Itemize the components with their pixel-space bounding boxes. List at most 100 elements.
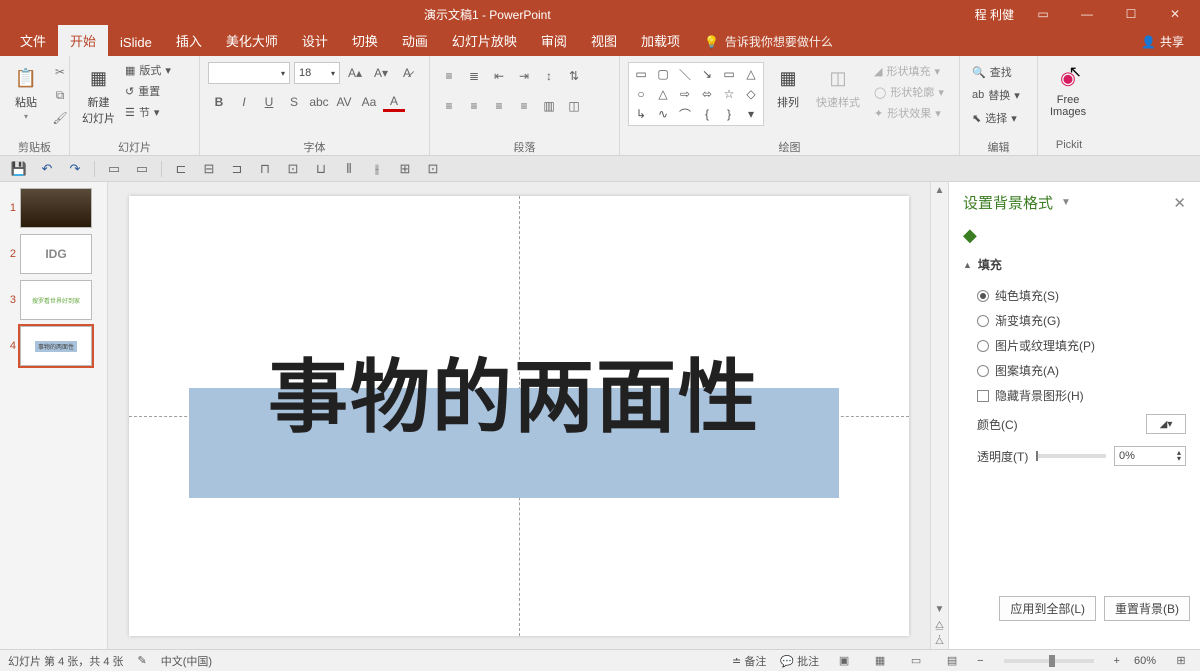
slideshow-view-button[interactable]: ▤: [941, 653, 963, 669]
layout-button[interactable]: ▦版式 ▾: [125, 62, 171, 78]
qat-extra[interactable]: ⊡: [424, 160, 442, 178]
text-direction-button[interactable]: ⇅: [563, 66, 585, 86]
align-center-h-qat[interactable]: ⊟: [200, 160, 218, 178]
line-spacing-button[interactable]: ↕: [538, 66, 560, 86]
quick-styles-button[interactable]: ◫ 快速样式: [812, 62, 864, 112]
prev-slide-icon[interactable]: ⧋: [931, 617, 948, 633]
transparency-slider[interactable]: [1036, 454, 1106, 458]
paste-button[interactable]: 📋 粘贴 ▾: [8, 62, 44, 123]
numbering-button[interactable]: ≣: [463, 66, 485, 86]
smartart-button[interactable]: ◫: [563, 96, 585, 116]
grow-font-button[interactable]: A▴: [344, 63, 366, 83]
shape-effects-button[interactable]: ✦形状效果 ▾: [870, 104, 948, 122]
apply-all-button[interactable]: 应用到全部(L): [999, 596, 1096, 621]
thumb-4[interactable]: 事物的两面性: [20, 326, 92, 366]
qat-btn-2[interactable]: ▭: [133, 160, 151, 178]
solid-fill-option[interactable]: 纯色填充(S): [963, 283, 1186, 308]
format-painter-button[interactable]: 🖌: [50, 108, 70, 128]
tab-view[interactable]: 视图: [579, 25, 629, 56]
qat-more[interactable]: ⊞: [396, 160, 414, 178]
close-icon[interactable]: ✕: [1160, 7, 1190, 21]
maximize-icon[interactable]: ☐: [1116, 7, 1146, 21]
spacing-button[interactable]: AV: [333, 92, 355, 112]
align-left-qat[interactable]: ⊏: [172, 160, 190, 178]
tab-design[interactable]: 设计: [290, 25, 340, 56]
tab-animation[interactable]: 动画: [390, 25, 440, 56]
cut-button[interactable]: ✂: [50, 62, 70, 82]
change-case-button[interactable]: Aa: [358, 92, 380, 112]
align-right-qat[interactable]: ⊐: [228, 160, 246, 178]
align-top-qat[interactable]: ⊓: [256, 160, 274, 178]
scroll-up-icon[interactable]: ▲: [931, 182, 948, 198]
bold-button[interactable]: B: [208, 92, 230, 112]
indent-left-button[interactable]: ⇤: [488, 66, 510, 86]
indent-right-button[interactable]: ⇥: [513, 66, 535, 86]
fill-section-header[interactable]: ▲填充: [963, 256, 1186, 273]
section-button[interactable]: ☰节 ▾: [125, 104, 171, 120]
reset-button[interactable]: ↺重置: [125, 83, 171, 99]
bullets-button[interactable]: ≡: [438, 66, 460, 86]
align-middle-qat[interactable]: ⊡: [284, 160, 302, 178]
slide-thumbnails-pane[interactable]: 1 2IDG 3搜罗看世界好到家 4事物的两面性: [0, 182, 108, 649]
shadow-button[interactable]: abc: [308, 92, 330, 112]
title-text-box[interactable]: 事物的两面性: [189, 388, 839, 498]
zoom-level[interactable]: 60%: [1134, 655, 1156, 667]
sorter-view-button[interactable]: ▦: [869, 653, 891, 669]
share-button[interactable]: 👤 共享: [1125, 27, 1200, 56]
zoom-in-button[interactable]: +: [1114, 655, 1120, 667]
transparency-input[interactable]: 0%▴▾: [1114, 446, 1186, 466]
font-color-button[interactable]: A: [383, 92, 405, 112]
reading-view-button[interactable]: ▭: [905, 653, 927, 669]
title-text[interactable]: 事物的两面性: [268, 358, 760, 438]
slide[interactable]: 事物的两面性: [129, 196, 909, 636]
thumb-3[interactable]: 搜罗看世界好到家: [20, 280, 92, 320]
underline-button[interactable]: U: [258, 92, 280, 112]
thumb-2[interactable]: IDG: [20, 234, 92, 274]
ribbon-display-icon[interactable]: ▭: [1028, 7, 1058, 21]
replace-button[interactable]: ab替换 ▾: [968, 85, 1024, 105]
tab-beautify[interactable]: 美化大师: [214, 25, 290, 56]
shape-outline-button[interactable]: ◯形状轮廓 ▾: [870, 83, 948, 101]
save-button[interactable]: 💾: [10, 160, 28, 178]
align-right-button[interactable]: ≡: [488, 96, 510, 116]
fit-window-button[interactable]: ⊞: [1170, 653, 1192, 669]
find-button[interactable]: 🔍查找: [968, 62, 1024, 82]
panel-menu-icon[interactable]: ▼: [1061, 197, 1071, 208]
tell-me-search[interactable]: 💡 告诉我你想要做什么: [692, 33, 845, 56]
arrange-button[interactable]: ▦ 排列: [770, 62, 806, 112]
notes-button[interactable]: ≐ 备注: [732, 653, 766, 669]
vertical-scrollbar[interactable]: ▲ ▼ ⧋ ⧊: [930, 182, 948, 649]
font-size-combo[interactable]: 18▾: [294, 62, 340, 84]
align-center-button[interactable]: ≡: [463, 96, 485, 116]
zoom-slider[interactable]: [1004, 659, 1094, 663]
picture-fill-option[interactable]: 图片或纹理填充(P): [963, 333, 1186, 358]
spell-check-icon[interactable]: ✎: [138, 654, 147, 667]
tab-home[interactable]: 开始: [58, 25, 108, 56]
distribute-h-qat[interactable]: ⫴: [340, 160, 358, 178]
zoom-out-button[interactable]: −: [977, 655, 983, 667]
tab-insert[interactable]: 插入: [164, 25, 214, 56]
next-slide-icon[interactable]: ⧊: [931, 633, 948, 649]
thumb-1[interactable]: [20, 188, 92, 228]
shape-fill-button[interactable]: ◢形状填充 ▾: [870, 62, 948, 80]
align-bottom-qat[interactable]: ⊔: [312, 160, 330, 178]
reset-background-button[interactable]: 重置背景(B): [1104, 596, 1190, 621]
language-status[interactable]: 中文(中国): [161, 653, 212, 669]
copy-button[interactable]: ⧉: [50, 85, 70, 105]
qat-btn-1[interactable]: ▭: [105, 160, 123, 178]
gradient-fill-option[interactable]: 渐变填充(G): [963, 308, 1186, 333]
panel-close-icon[interactable]: ✕: [1173, 194, 1186, 212]
shapes-gallery[interactable]: ▭▢＼↘▭△ ○△⇨⬄☆◇ ↳∿⌒{}▾: [628, 62, 764, 126]
select-button[interactable]: ⬉选择 ▾: [968, 108, 1024, 128]
clear-format-button[interactable]: A̷: [396, 63, 418, 83]
tab-review[interactable]: 审阅: [529, 25, 579, 56]
hide-bg-graphics-option[interactable]: 隐藏背景图形(H): [963, 383, 1186, 408]
color-picker-button[interactable]: ◢▾: [1146, 414, 1186, 434]
columns-button[interactable]: ▥: [538, 96, 560, 116]
comments-button[interactable]: 💬 批注: [780, 653, 819, 669]
redo-button[interactable]: ↷: [66, 160, 84, 178]
minimize-icon[interactable]: —: [1072, 7, 1102, 21]
pattern-fill-option[interactable]: 图案填充(A): [963, 358, 1186, 383]
distribute-v-qat[interactable]: ⫲: [368, 160, 386, 178]
undo-button[interactable]: ↶: [38, 160, 56, 178]
